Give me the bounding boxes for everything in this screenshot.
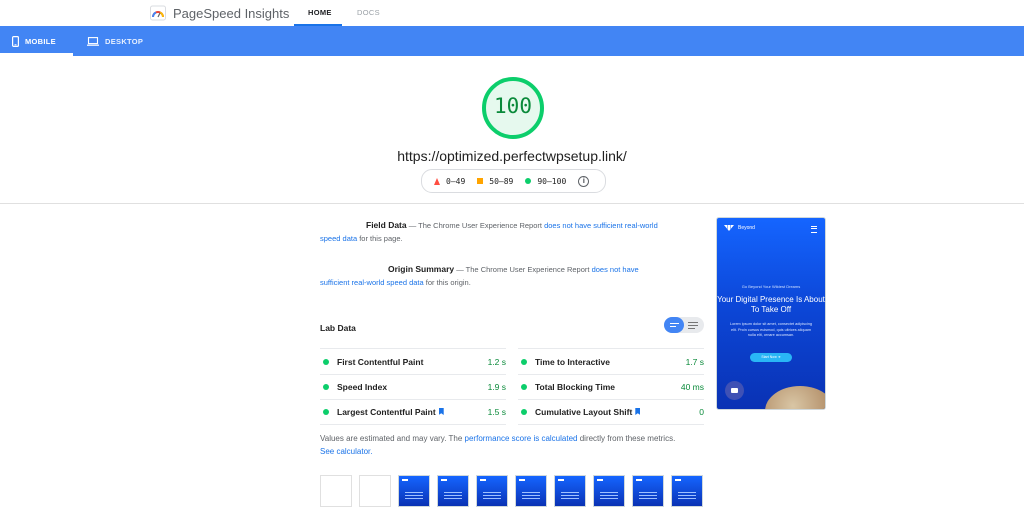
field-data-prefix: — The Chrome User Experience Report [408,221,542,230]
metric-value: 1.9 s [487,381,506,392]
tab-mobile[interactable]: MOBILE [12,26,56,56]
good-circle-icon [521,408,527,415]
device-tab-bar: MOBILE DESKTOP [0,26,1024,56]
tab-mobile-label: MOBILE [25,36,56,46]
origin-summary-title: Origin Summary [388,264,455,274]
preview-headline: Your Digital Presence Is About To Take O… [717,295,825,314]
metric-label: Speed Index [337,381,388,392]
info-icon[interactable]: i [578,175,590,187]
legend-average-label: 50–89 [489,176,514,186]
note-middle: directly from these metrics. [579,434,676,443]
circle-icon [525,178,532,184]
good-circle-icon [323,408,329,415]
metric-lcp: Largest Contentful Paint 1.5 s [320,399,506,424]
nav-docs-tab[interactable]: DOCS [357,8,380,17]
good-circle-icon [323,358,329,365]
preview-subtitle: Go Beyond Your Wildest Dreams [741,284,801,289]
legend-good-label: 90–100 [537,176,567,186]
good-circle-icon [323,383,329,390]
estimate-note: Values are estimated and may vary. The p… [320,432,690,458]
filmstrip-frame [359,475,391,507]
metric-tbt: Total Blocking Time 40 ms [518,374,704,399]
metric-label: Cumulative Layout Shift [535,406,633,417]
field-data-title: Field Data [366,220,407,230]
metrics-view-toggle[interactable] [664,317,704,333]
performance-score: 100 [494,94,532,118]
filmstrip-frame [554,475,586,507]
square-icon [477,178,484,184]
calculator-link[interactable]: See calculator. [320,447,372,456]
pagespeed-logo-icon [150,5,166,21]
good-circle-icon [521,358,527,365]
metric-value: 40 ms [680,381,704,392]
preview-rock-image [765,386,825,409]
metric-divider [518,424,704,425]
metric-value: 1.5 s [487,406,506,417]
field-data-suffix: for this page. [359,234,403,243]
filmstrip-frame [476,475,508,507]
metric-label: First Contentful Paint [337,356,424,367]
note-prefix: Values are estimated and may vary. The [320,434,463,443]
metric-value: 0 [699,406,704,417]
legend-good: 90–100 [525,177,566,186]
app-title: PageSpeed Insights [173,6,290,21]
divider [0,203,1024,204]
origin-summary-prefix: — The Chrome User Experience Report [456,265,590,274]
bookmark-icon [438,408,444,415]
metric-speed-index: Speed Index 1.9 s [320,374,506,399]
phone-icon [12,35,19,47]
triangle-icon [434,177,440,185]
top-bar: PageSpeed Insights HOME DOCS [0,0,1024,26]
metric-cls: Cumulative Layout Shift 0 [518,399,704,424]
legend-poor-label: 0–49 [446,176,466,186]
final-screenshot: Beyond Go Beyond Your Wildest Dreams You… [716,217,826,410]
tab-desktop-label: DESKTOP [105,36,144,46]
metric-label: Total Blocking Time [535,381,615,392]
field-data-section: Field Data — The Chrome User Experience … [320,219,670,245]
lab-data-title: Lab Data [320,323,356,333]
filmstrip-frame [398,475,430,507]
metric-value: 1.2 s [487,356,506,367]
mail-icon [725,381,744,400]
origin-summary-suffix: for this origin. [425,278,471,287]
metric-value: 1.7 s [685,356,704,367]
filmstrip-frame [320,475,352,507]
bookmark-icon [635,408,641,415]
tab-mobile-underline [0,53,73,56]
filmstrip-frame [437,475,469,507]
good-circle-icon [521,383,527,390]
filmstrip-frame [671,475,703,507]
metric-fcp: First Contentful Paint 1.2 s [320,349,506,374]
preview-brand: Beyond [738,225,755,231]
preview-logo: Beyond [724,225,755,231]
metric-label: Time to Interactive [535,356,610,367]
legend-average: 50–89 [477,177,513,186]
toggle-compact-view[interactable] [664,317,684,333]
beyond-logo-icon [724,225,734,231]
preview-cta-button: Start Now ➜ [750,353,792,362]
tab-desktop[interactable]: DESKTOP [87,26,143,56]
metric-label: Largest Contentful Paint [337,406,436,417]
legend-poor: 0–49 [434,177,465,186]
metric-tti: Time to Interactive 1.7 s [518,349,704,374]
filmstrip-frame [632,475,664,507]
score-legend: 0–49 50–89 90–100 i [421,169,606,193]
tested-url: https://optimized.perfectwpsetup.link/ [397,148,627,164]
desktop-icon [87,36,99,46]
nav-home-tab[interactable]: HOME [308,8,332,17]
filmstrip-frame [515,475,547,507]
preview-body: Lorem ipsum dolor sit amet, consectet ad… [729,322,813,337]
filmstrip-frame [593,475,625,507]
origin-summary-section: Origin Summary — The Chrome User Experie… [320,263,670,289]
hamburger-menu-icon [811,226,817,233]
score-calculation-link[interactable]: performance score is calculated [465,434,578,443]
metric-divider [320,424,506,425]
